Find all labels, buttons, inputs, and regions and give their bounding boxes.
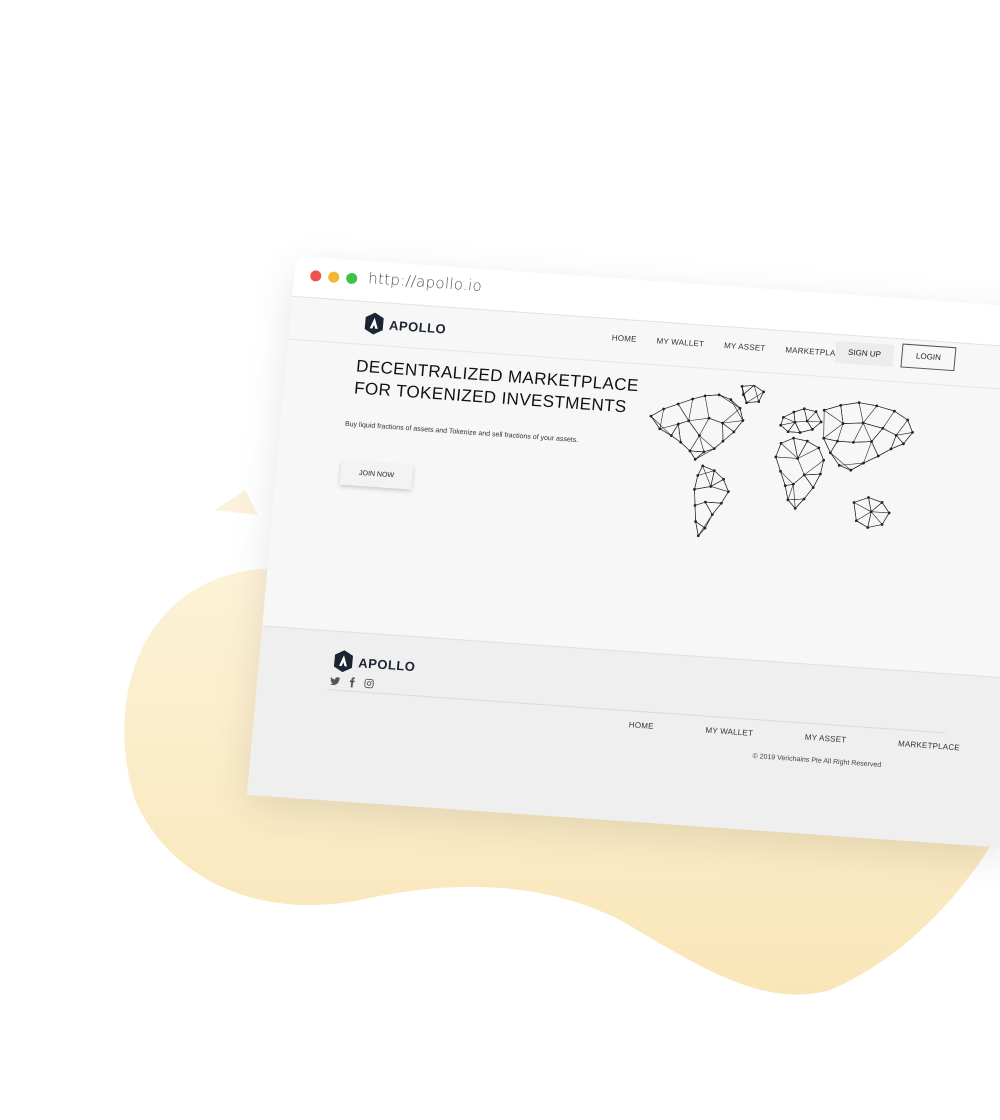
sign-up-button[interactable]: SIGN UP bbox=[834, 340, 895, 367]
maximize-window-button[interactable] bbox=[345, 272, 358, 285]
map-node bbox=[709, 485, 713, 488]
map-node bbox=[802, 407, 806, 411]
hero-title: DECENTRALIZED MARKETPLACE FOR TOKENIZED … bbox=[353, 355, 639, 418]
instagram-icon[interactable] bbox=[363, 678, 375, 690]
facebook-icon[interactable] bbox=[346, 676, 358, 688]
map-node bbox=[662, 407, 666, 411]
map-node bbox=[792, 436, 795, 440]
footer-brand-name: APOLLO bbox=[357, 654, 417, 674]
map-node bbox=[862, 461, 865, 465]
twitter-icon[interactable] bbox=[329, 675, 341, 687]
map-node bbox=[867, 496, 870, 499]
map-node bbox=[727, 490, 730, 494]
world-map-network-illustration bbox=[649, 383, 914, 538]
map-node bbox=[693, 503, 697, 507]
map-node bbox=[693, 487, 696, 491]
map-node bbox=[857, 401, 861, 405]
map-node bbox=[852, 501, 856, 504]
brand-name: APOLLO bbox=[388, 317, 447, 337]
close-window-button[interactable] bbox=[309, 270, 322, 282]
footer-nav-marketplace[interactable]: MARKETPLACE bbox=[898, 739, 960, 752]
copyright-text: © 2019 Verichains Pte All Right Reserved bbox=[752, 752, 882, 769]
map-node bbox=[703, 500, 707, 504]
site-footer: APOLLO HOME MY WALLET MY ASSET MARKETPLA… bbox=[246, 625, 1000, 848]
map-node bbox=[866, 526, 870, 529]
website: APOLLO HOME MY WALLET MY ASSET MARKETPLA… bbox=[246, 295, 1000, 848]
map-node bbox=[703, 394, 707, 398]
footer-nav-my-wallet[interactable]: MY WALLET bbox=[705, 726, 753, 738]
map-node bbox=[854, 519, 858, 523]
map-node bbox=[792, 410, 796, 414]
map-node bbox=[783, 484, 787, 488]
apollo-logo-icon bbox=[333, 650, 353, 673]
map-node bbox=[852, 440, 855, 444]
map-node bbox=[889, 447, 893, 451]
join-now-button[interactable]: JOIN NOW bbox=[339, 460, 414, 490]
map-node bbox=[805, 439, 809, 443]
map-node bbox=[696, 474, 700, 477]
social-links bbox=[329, 675, 375, 689]
map-node bbox=[707, 416, 711, 420]
map-node bbox=[757, 400, 761, 404]
map-node bbox=[740, 385, 744, 388]
map-node bbox=[839, 403, 843, 407]
footer-nav: HOME MY WALLET MY ASSET MARKETPLACE bbox=[628, 720, 960, 752]
login-button[interactable]: LOGIN bbox=[900, 343, 957, 372]
minimize-window-button[interactable] bbox=[327, 271, 340, 284]
map-node bbox=[676, 422, 680, 426]
map-node bbox=[701, 464, 705, 468]
header-logo[interactable]: APOLLO bbox=[363, 312, 447, 340]
footer-logo[interactable]: APOLLO bbox=[332, 650, 416, 678]
nav-home[interactable]: HOME bbox=[611, 333, 637, 344]
address-bar[interactable]: http://apollo.io bbox=[367, 269, 482, 295]
footer-nav-home[interactable]: HOME bbox=[628, 720, 654, 731]
map-node bbox=[876, 454, 880, 458]
footer-nav-my-asset[interactable]: MY ASSET bbox=[804, 733, 846, 745]
map-node bbox=[817, 446, 821, 450]
map-node bbox=[774, 455, 778, 459]
map-node bbox=[798, 431, 802, 434]
map-node bbox=[818, 472, 822, 476]
browser-window: http://apollo.io APOLLO HOME MY WALLET M… bbox=[246, 256, 1000, 848]
map-node bbox=[781, 415, 785, 419]
map-node bbox=[836, 439, 839, 443]
map-node bbox=[676, 402, 680, 406]
apollo-logo-icon bbox=[364, 312, 384, 335]
map-node bbox=[745, 401, 748, 405]
hero-subtitle: Buy liquid fractions of assets and Token… bbox=[344, 420, 579, 445]
map-node bbox=[691, 397, 695, 401]
